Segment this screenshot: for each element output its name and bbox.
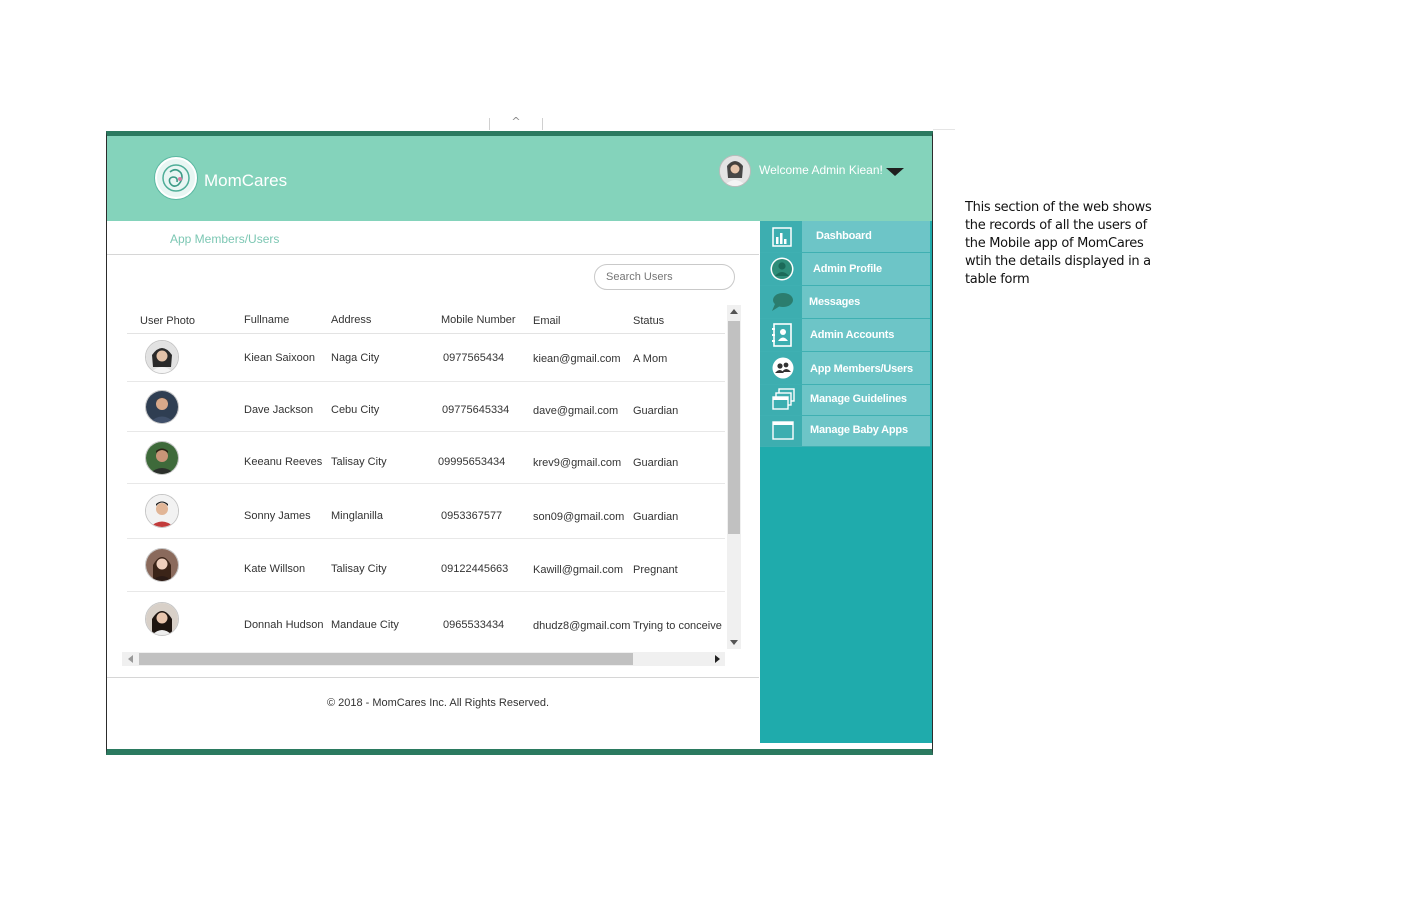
sidebar-item-label: App Members/Users [810,363,913,375]
chevron-up-icon: ^ [511,115,521,128]
status-cell: Pregnant [633,564,678,576]
user-photo [145,390,179,424]
column-header-status[interactable]: Status [633,315,664,327]
scroll-right-arrow-icon[interactable] [715,655,720,663]
stacked-windows-icon [760,385,802,415]
horizontal-scrollbar[interactable] [122,652,725,666]
fullname-cell: Kiean Saixoon [244,352,315,364]
sidebar-item-manage-baby-apps[interactable]: Manage Baby Apps [760,416,930,447]
email-cell[interactable]: kiean@gmail.com [533,353,621,365]
column-header-user-photo[interactable]: User Photo [140,315,195,327]
sidebar-item-label: Manage Guidelines [810,393,907,405]
mobile-cell: 09122445663 [441,563,509,575]
mobile-cell: 09775645334 [442,404,510,416]
user-photo [145,602,179,636]
breadcrumb[interactable]: App Members/Users [170,232,279,246]
column-header-fullname[interactable]: Fullname [244,314,289,326]
divider [107,677,759,678]
email-cell[interactable]: dave@gmail.com [533,405,618,417]
status-cell: Guardian [633,511,679,523]
main-content: App Members/Users User Photo Fullname Ad… [107,221,759,743]
sidebar-item-label: Messages [809,296,860,308]
status-cell: A Mom [633,353,668,365]
sidebar-item-label: Manage Baby Apps [810,424,908,436]
contacts-icon [760,319,802,351]
user-photo [145,441,179,475]
sidebar-item-label: Dashboard [816,230,872,242]
column-header-email[interactable]: Email [533,315,561,327]
footer-copyright: © 2018 - MomCares Inc. All Rights Reserv… [326,697,550,709]
user-photo [145,494,179,528]
address-cell: Cebu City [331,404,380,416]
mobile-cell: 09995653434 [438,456,506,468]
user-photo [145,548,179,582]
welcome-text[interactable]: Welcome Admin Kiean! [759,163,883,177]
email-cell[interactable]: Kawill@gmail.com [533,564,623,576]
scroll-up-arrow-icon[interactable] [730,309,738,314]
status-cell: Guardian [633,405,679,417]
fullname-cell: Sonny James [244,510,311,522]
user-photo [145,340,179,374]
address-cell: Minglanilla [331,510,383,522]
column-header-address[interactable]: Address [331,314,371,326]
sidebar-item-dashboard[interactable]: Dashboard [760,221,930,253]
status-cell: Guardian [633,457,679,469]
table-row[interactable]: Sonny James Minglanilla 0953367577 son09… [127,484,725,539]
group-icon [760,352,802,384]
chat-icon [760,286,802,318]
sidebar-item-admin-accounts[interactable]: Admin Accounts [760,319,930,352]
sidebar-item-manage-guidelines[interactable]: Manage Guidelines [760,385,930,416]
table-row[interactable]: Kiean Saixoon Naga City 0977565434 kiean… [127,334,725,382]
sidebar-item-messages[interactable]: Messages [760,286,930,319]
email-cell[interactable]: krev9@gmail.com [533,457,621,469]
divider [933,129,955,130]
scroll-left-arrow-icon[interactable] [128,655,133,663]
fullname-cell: Dave Jackson [244,404,314,416]
admin-avatar[interactable] [719,155,751,187]
sidebar-item-label: Admin Accounts [810,329,895,341]
bar-chart-icon [760,221,802,252]
search-input[interactable] [594,264,735,290]
table-header: User Photo Fullname Address Mobile Numbe… [127,304,725,334]
window-icon [760,416,802,446]
horizontal-scroll-thumb[interactable] [139,653,633,665]
table-row[interactable]: Kate Willson Talisay City 09122445663 Ka… [127,539,725,592]
momcares-logo-icon[interactable] [155,157,197,199]
user-icon [760,253,802,285]
email-cell[interactable]: dhudz8@gmail.com [533,620,630,632]
mobile-cell: 0953367577 [441,510,503,522]
brand-name[interactable]: MomCares [204,171,287,191]
annotation-note: This section of the web shows the record… [965,200,1152,287]
table-row[interactable]: Donnah Hudson Mandaue City 0965533434 dh… [127,592,725,649]
address-cell: Talisay City [331,563,387,575]
vertical-scrollbar[interactable] [727,305,741,649]
table-row[interactable]: Keeanu Reeves Talisay City 09995653434 k… [127,432,725,484]
email-cell[interactable]: son09@gmail.com [533,511,624,523]
header: MomCares Welcome Admin Kiean! [107,136,932,221]
app-window: MomCares Welcome Admin Kiean! App Member… [106,131,933,755]
vertical-scroll-thumb[interactable] [728,321,740,534]
sidebar-item-admin-profile[interactable]: Admin Profile [760,253,930,286]
divider [107,254,759,255]
column-header-mobile[interactable]: Mobile Number [441,314,516,326]
collapse-toggle[interactable]: ^ [489,115,543,130]
caret-down-icon[interactable] [886,168,904,176]
sidebar-item-app-members-users[interactable]: App Members/Users [760,352,930,385]
status-cell: Trying to conceive [633,620,722,632]
fullname-cell: Donnah Hudson [244,619,324,631]
address-cell: Talisay City [331,456,387,468]
mobile-cell: 0977565434 [443,352,505,364]
mobile-cell: 0965533434 [443,619,505,631]
table-row[interactable]: Dave Jackson Cebu City 09775645334 dave@… [127,382,725,432]
fullname-cell: Keeanu Reeves [244,456,323,468]
scroll-down-arrow-icon[interactable] [730,640,738,645]
users-table: User Photo Fullname Address Mobile Numbe… [127,304,725,649]
address-cell: Mandaue City [331,619,399,631]
sidebar-item-label: Admin Profile [813,263,882,275]
fullname-cell: Kate Willson [244,563,306,575]
sidebar: Dashboard Admin Profile Messages Admin A… [760,221,932,743]
address-cell: Naga City [331,352,380,364]
